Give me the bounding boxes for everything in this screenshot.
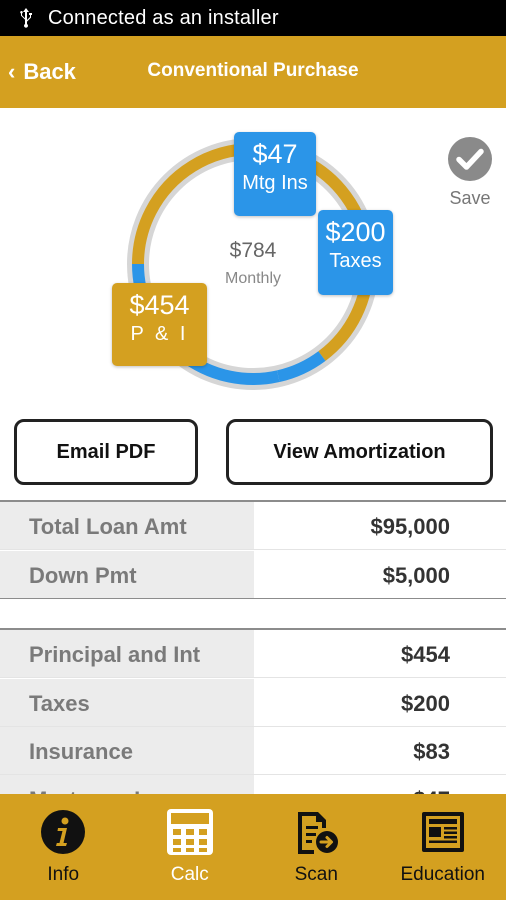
- row-label: Down Pmt: [29, 563, 137, 588]
- status-text: Connected as an installer: [48, 6, 279, 29]
- monthly-label: Monthly: [224, 270, 282, 287]
- table-row: Insurance $83: [0, 727, 506, 775]
- usb-icon: [16, 7, 36, 29]
- page-title: Conventional Purchase: [147, 60, 359, 81]
- mtg-ins-label: Mtg Ins: [242, 172, 308, 194]
- row-label: Taxes: [29, 691, 90, 716]
- row-label: Insurance: [29, 739, 133, 764]
- calculator-icon: [166, 808, 214, 856]
- row-value: $83: [413, 739, 450, 764]
- nav-label-calc: Calc: [170, 864, 209, 885]
- monthly-total: $784: [229, 239, 277, 262]
- view-amortization-button[interactable]: View Amortization: [226, 419, 493, 485]
- mtg-ins-tile: $47 Mtg Ins: [234, 132, 316, 216]
- scan-icon: [292, 808, 340, 856]
- save-label: Save: [449, 188, 491, 208]
- bottom-nav: Info Calc Scan Education: [0, 794, 506, 900]
- save-button[interactable]: Save: [444, 136, 496, 209]
- principal-interest-label: P & I: [130, 323, 189, 345]
- nav-item-education[interactable]: Education: [380, 794, 506, 900]
- row-label: Principal and Int: [29, 642, 201, 667]
- info-icon: [39, 808, 87, 856]
- nav-item-info[interactable]: Info: [0, 794, 127, 900]
- email-pdf-button[interactable]: Email PDF: [14, 419, 198, 485]
- nav-label-education: Education: [400, 864, 485, 885]
- status-bar: Connected as an installer: [0, 0, 506, 36]
- table-row: Taxes $200: [0, 679, 506, 727]
- row-value: $200: [401, 691, 450, 716]
- row-value: $95,000: [370, 514, 450, 539]
- section-gap: [0, 599, 506, 628]
- checkmark-icon: [448, 137, 492, 181]
- principal-interest-amount: $454: [129, 290, 190, 320]
- taxes-label: Taxes: [329, 250, 382, 272]
- nav-item-scan[interactable]: Scan: [253, 794, 380, 900]
- row-label: Total Loan Amt: [29, 514, 187, 539]
- taxes-tile: $200 Taxes: [318, 210, 393, 295]
- mtg-ins-amount: $47: [252, 139, 298, 169]
- taxes-amount: $200: [325, 217, 386, 247]
- row-value: $5,000: [382, 563, 450, 588]
- table-row: Down Pmt $5,000: [0, 551, 506, 599]
- row-value: $454: [401, 642, 450, 667]
- nav-label-scan: Scan: [294, 864, 338, 885]
- principal-interest-tile: $454 P & I: [112, 283, 207, 366]
- table-row: Total Loan Amt $95,000: [0, 502, 506, 550]
- payment-summary: $784 Monthly $47 Mtg Ins $200 Taxes $454…: [0, 108, 506, 408]
- nav-item-calc[interactable]: Calc: [127, 794, 254, 900]
- nav-label-info: Info: [47, 864, 80, 885]
- app-header: ‹ Back Conventional Purchase: [0, 36, 506, 108]
- newspaper-icon: [419, 808, 467, 856]
- table-row: Principal and Int $454: [0, 630, 506, 678]
